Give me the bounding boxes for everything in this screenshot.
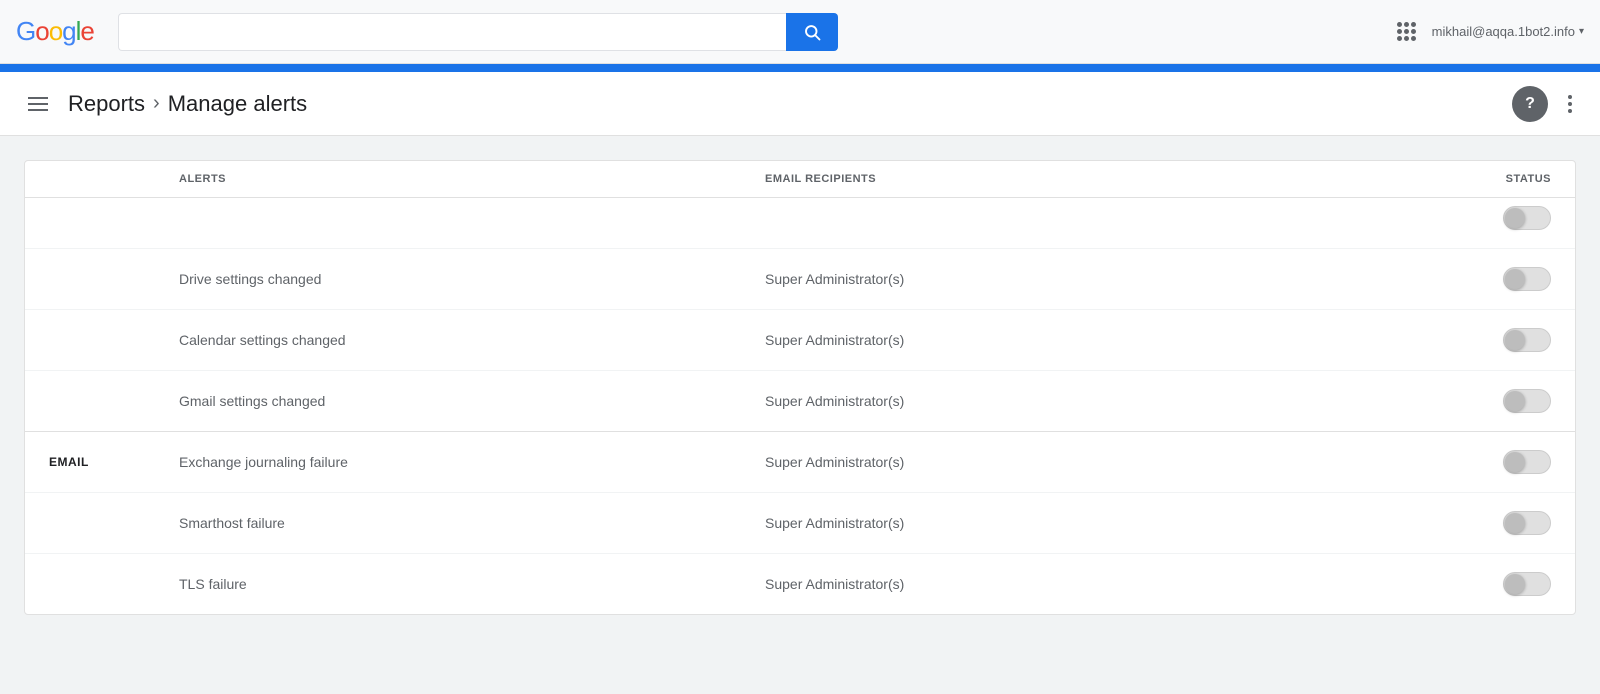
row-recipients-drive: Super Administrator(s) [765, 271, 1351, 287]
table-row: Calendar settings changed Super Administ… [25, 310, 1575, 371]
table-header: ALERTS EMAIL RECIPIENTS STATUS [25, 161, 1575, 198]
row-status-drive [1351, 267, 1551, 291]
search-icon [803, 23, 821, 41]
toggle-tls[interactable] [1503, 572, 1551, 596]
breadcrumb-current-page: Manage alerts [168, 91, 307, 117]
table-row-partial [25, 198, 1575, 249]
hamburger-menu-button[interactable] [24, 93, 52, 115]
grid-icon[interactable] [1397, 22, 1416, 41]
row-status-gmail [1351, 389, 1551, 413]
table-row: EMAIL Exchange journaling failure Super … [25, 432, 1575, 493]
row-recipients-calendar: Super Administrator(s) [765, 332, 1351, 348]
row-alert-calendar: Calendar settings changed [179, 332, 765, 348]
row-alert-drive: Drive settings changed [179, 271, 765, 287]
row-alert-exchange: Exchange journaling failure [179, 454, 765, 470]
more-options-button[interactable] [1564, 91, 1576, 117]
toggle-exchange[interactable] [1503, 450, 1551, 474]
account-dropdown-arrow: ▾ [1579, 26, 1584, 37]
row-recipients-tls: Super Administrator(s) [765, 576, 1351, 592]
table-row: TLS failure Super Administrator(s) [25, 554, 1575, 614]
user-account-button[interactable]: mikhail@aqqa.1bot2.info ▾ [1432, 24, 1584, 39]
search-button[interactable] [786, 13, 838, 51]
row-status-smarthost [1351, 511, 1551, 535]
row-status-partial [1351, 206, 1551, 230]
user-email-text: mikhail@aqqa.1bot2.info [1432, 24, 1575, 39]
top-bar: Google mikhail@aqqa.1bot2.info ▾ [0, 0, 1600, 64]
search-input[interactable] [118, 13, 786, 51]
breadcrumb-reports-link[interactable]: Reports [68, 91, 145, 117]
toggle-calendar[interactable] [1503, 328, 1551, 352]
toggle-smarthost[interactable] [1503, 511, 1551, 535]
breadcrumb-separator: › [153, 92, 160, 115]
google-logo: Google [16, 16, 94, 47]
row-status-exchange [1351, 450, 1551, 474]
sub-header-actions: ? [1512, 86, 1576, 122]
row-category-email: EMAIL [49, 455, 179, 469]
alerts-table: ALERTS EMAIL RECIPIENTS STATUS Drive set… [24, 160, 1576, 615]
column-header-alerts: ALERTS [179, 173, 765, 185]
column-header-empty [49, 173, 179, 185]
row-status-calendar [1351, 328, 1551, 352]
row-alert-gmail: Gmail settings changed [179, 393, 765, 409]
column-header-recipients: EMAIL RECIPIENTS [765, 173, 1351, 185]
row-alert-smarthost: Smarthost failure [179, 515, 765, 531]
blue-stripe [0, 64, 1600, 72]
column-header-status: STATUS [1351, 173, 1551, 185]
table-row: Drive settings changed Super Administrat… [25, 249, 1575, 310]
toggle-drive[interactable] [1503, 267, 1551, 291]
breadcrumb: Reports › Manage alerts [68, 91, 307, 117]
row-recipients-exchange: Super Administrator(s) [765, 454, 1351, 470]
main-content: ALERTS EMAIL RECIPIENTS STATUS Drive set… [0, 160, 1600, 615]
top-bar-right: mikhail@aqqa.1bot2.info ▾ [1397, 22, 1584, 41]
table-row: Smarthost failure Super Administrator(s) [25, 493, 1575, 554]
help-button[interactable]: ? [1512, 86, 1548, 122]
row-recipients-gmail: Super Administrator(s) [765, 393, 1351, 409]
row-alert-tls: TLS failure [179, 576, 765, 592]
search-container [118, 13, 838, 51]
table-row: Gmail settings changed Super Administrat… [25, 371, 1575, 432]
row-status-tls [1351, 572, 1551, 596]
toggle-partial[interactable] [1503, 206, 1551, 230]
row-recipients-smarthost: Super Administrator(s) [765, 515, 1351, 531]
toggle-gmail[interactable] [1503, 389, 1551, 413]
sub-header: Reports › Manage alerts ? [0, 72, 1600, 136]
